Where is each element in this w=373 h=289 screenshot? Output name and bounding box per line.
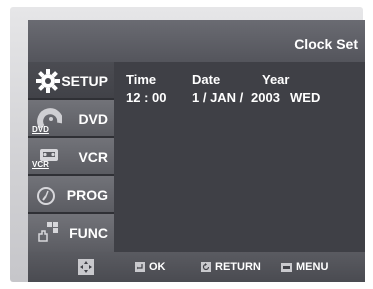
return-button[interactable]: RETURN — [201, 261, 261, 273]
sidebar-item-label: DVD — [78, 111, 108, 127]
sidebar-item-dvd[interactable]: DVD DVD — [28, 100, 114, 138]
sidebar-item-prog[interactable]: PROG — [28, 176, 114, 214]
return-label: RETURN — [215, 261, 261, 273]
dvd-tag: DVD — [32, 125, 49, 134]
sidebar-item-label: SETUP — [61, 73, 108, 89]
clock-set-panel: Time Date Year 12 : 00 1 / JAN / 2003 WE… — [114, 62, 365, 252]
gear-icon — [36, 69, 60, 93]
button-guide-bar: OK RETURN MENU — [28, 252, 365, 282]
enter-icon — [135, 262, 145, 273]
sidebar-item-setup[interactable]: SETUP — [28, 62, 114, 100]
sidebar-item-label: PROG — [66, 187, 108, 203]
date-value[interactable]: 1 / JAN / — [192, 90, 243, 105]
dpad-icon — [78, 259, 94, 275]
ok-label: OK — [149, 261, 166, 273]
year-header: Year — [262, 72, 290, 87]
sidebar-menu: SETUP DVD DVD VCR VCR PROG FUNC — [28, 62, 114, 252]
time-value[interactable]: 12 : 00 — [126, 90, 166, 105]
menu-icon — [281, 262, 292, 272]
date-header: Date — [192, 72, 221, 87]
return-icon — [201, 262, 211, 273]
menu-button[interactable]: MENU — [281, 261, 328, 273]
ok-button[interactable]: OK — [135, 261, 166, 273]
clock-icon — [37, 187, 55, 205]
page-title: Clock Set — [294, 36, 358, 52]
time-header: Time — [126, 72, 157, 87]
sidebar-item-label: VCR — [78, 149, 108, 165]
vcr-tag: VCR — [32, 160, 49, 169]
sidebar-item-func[interactable]: FUNC — [28, 214, 114, 252]
weekday-value: WED — [290, 90, 321, 105]
year-value[interactable]: 2003 — [251, 90, 280, 105]
osd-screen: Clock Set SETUP DVD DVD VCR VCR PROG FUN… — [28, 20, 365, 282]
menu-label: MENU — [296, 261, 329, 273]
title-bar: Clock Set — [28, 20, 365, 62]
hand-grid-icon — [38, 222, 58, 242]
sidebar-item-label: FUNC — [69, 225, 108, 241]
sidebar-item-vcr[interactable]: VCR VCR — [28, 138, 114, 176]
